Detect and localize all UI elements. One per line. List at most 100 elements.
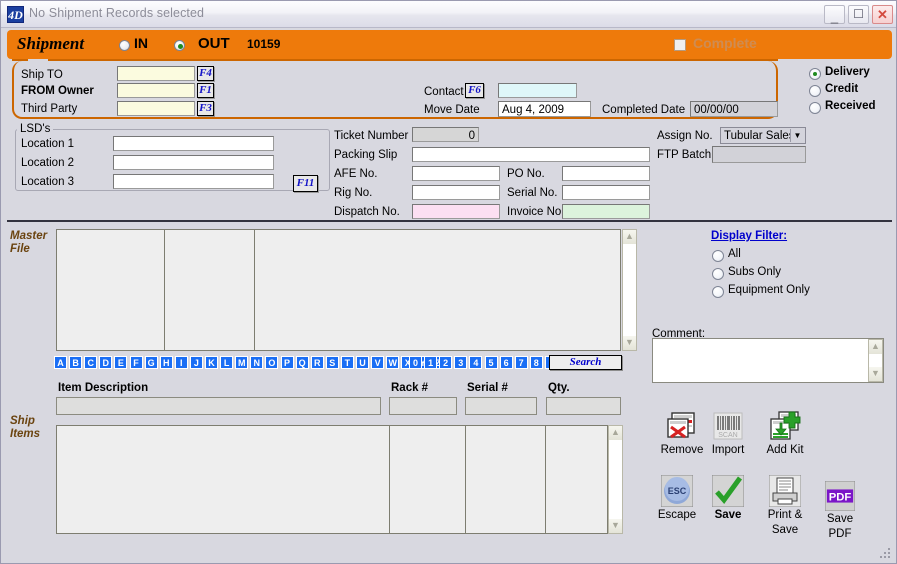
entry-rack[interactable] (389, 397, 457, 415)
scroll-down-icon[interactable]: ▼ (869, 367, 882, 381)
input-third-party[interactable] (117, 101, 195, 116)
scroll-down-icon[interactable]: ▼ (623, 336, 636, 350)
radio-credit[interactable] (809, 85, 821, 97)
alpha-filter-v[interactable]: V (371, 356, 384, 369)
input-completed-date: 00/00/00 (690, 101, 778, 117)
alpha-filter-p[interactable]: P (281, 356, 294, 369)
close-button[interactable]: ✕ (872, 5, 893, 24)
alpha-filter-w[interactable]: W (386, 356, 399, 369)
minimize-button[interactable]: _ (824, 5, 845, 24)
input-location-2[interactable] (113, 155, 274, 170)
key-f4-button[interactable]: F4 (197, 66, 214, 81)
key-f11-button[interactable]: F11 (293, 175, 318, 192)
label-dispatch-no: Dispatch No. (334, 206, 400, 218)
key-f6-button[interactable]: F6 (465, 83, 484, 98)
master-file-scrollbar[interactable]: ▲ ▼ (622, 229, 637, 351)
digit-filter-4[interactable]: 4 (469, 356, 482, 369)
alpha-filter-j[interactable]: J (190, 356, 203, 369)
radio-filter-equipment-only[interactable] (712, 286, 724, 298)
input-comment[interactable] (652, 338, 884, 383)
radio-received[interactable] (809, 102, 821, 114)
radio-direction-in[interactable] (119, 40, 130, 51)
ship-items-column-4[interactable] (545, 425, 608, 534)
alpha-filter-d[interactable]: D (99, 356, 112, 369)
digit-filter-6[interactable]: 6 (500, 356, 513, 369)
digit-filter-7[interactable]: 7 (515, 356, 528, 369)
input-packing-slip[interactable] (412, 147, 650, 162)
master-file-column-2[interactable] (164, 229, 254, 351)
radio-direction-out[interactable] (174, 40, 185, 51)
alpha-filter-g[interactable]: G (145, 356, 158, 369)
digit-filter-3[interactable]: 3 (454, 356, 467, 369)
input-rig-no[interactable] (412, 185, 500, 200)
alpha-filter-u[interactable]: U (356, 356, 369, 369)
alpha-filter-l[interactable]: L (220, 356, 233, 369)
digit-filter-2[interactable]: 2 (439, 356, 452, 369)
select-assign-no[interactable]: Tubular Sales ▼ (720, 127, 806, 144)
input-afe-no[interactable] (412, 166, 500, 181)
digit-filter-0[interactable]: 0 (409, 356, 422, 369)
master-file-column-1[interactable] (56, 229, 164, 351)
complete-checkbox[interactable] (674, 39, 686, 51)
ship-items-label-line1: Ship (10, 415, 40, 428)
scroll-up-icon[interactable]: ▲ (869, 340, 882, 354)
scroll-down-icon[interactable]: ▼ (609, 519, 622, 533)
input-contact[interactable] (498, 83, 577, 98)
scroll-up-icon[interactable]: ▲ (623, 230, 636, 244)
input-location-3[interactable] (113, 174, 274, 189)
form-area: Ship TO F4 FROM Owner F1 Third Party F3 … (7, 59, 892, 220)
key-f1-button[interactable]: F1 (197, 83, 214, 98)
input-ship-to[interactable] (117, 66, 195, 81)
ship-items-column-1[interactable] (56, 425, 389, 534)
alpha-filter-o[interactable]: O (265, 356, 278, 369)
alpha-filter-r[interactable]: R (311, 356, 324, 369)
alpha-filter-t[interactable]: T (341, 356, 354, 369)
entry-qty[interactable] (546, 397, 621, 415)
chevron-down-icon: ▼ (790, 129, 804, 142)
alpha-filter-i[interactable]: I (175, 356, 188, 369)
print-save-label-line1: Print & (768, 509, 803, 521)
alpha-filter-h[interactable]: H (160, 356, 173, 369)
alpha-filter-a[interactable]: A (54, 356, 67, 369)
label-move-date: Move Date (424, 104, 480, 116)
alpha-filter-m[interactable]: M (235, 356, 248, 369)
digit-filter-5[interactable]: 5 (485, 356, 498, 369)
entry-serial[interactable] (465, 397, 537, 415)
alpha-filter-e[interactable]: E (114, 356, 127, 369)
resize-grip[interactable] (880, 548, 892, 560)
label-ftp-batch: FTP Batch (657, 149, 711, 161)
key-f3-button[interactable]: F3 (197, 101, 214, 116)
alpha-filter-n[interactable]: N (250, 356, 263, 369)
digit-filter-8[interactable]: 8 (530, 356, 543, 369)
input-dispatch-no[interactable] (412, 204, 500, 219)
input-po-no[interactable] (562, 166, 650, 181)
input-move-date[interactable]: Aug 4, 2009 (498, 101, 591, 117)
input-ftp-batch[interactable] (712, 146, 806, 163)
input-invoice-no[interactable] (562, 204, 650, 219)
ship-items-scrollbar[interactable]: ▲ ▼ (608, 425, 623, 534)
master-file-section-label: Master File (10, 230, 47, 256)
radio-delivery[interactable] (809, 68, 821, 80)
ship-items-column-3[interactable] (465, 425, 545, 534)
comment-scrollbar[interactable]: ▲ ▼ (868, 339, 883, 382)
entry-item-description[interactable] (56, 397, 381, 415)
input-location-1[interactable] (113, 136, 274, 151)
shipment-number: 10159 (247, 37, 280, 51)
digit-filter-1[interactable]: 1 (424, 356, 437, 369)
input-serial-no[interactable] (562, 185, 650, 200)
radio-filter-all[interactable] (712, 250, 724, 262)
alpha-filter-k[interactable]: K (205, 356, 218, 369)
alpha-filter-s[interactable]: S (326, 356, 339, 369)
label-rig-no: Rig No. (334, 187, 372, 199)
search-button[interactable]: Search (549, 355, 622, 370)
alpha-filter-q[interactable]: Q (296, 356, 309, 369)
input-from-owner[interactable] (117, 83, 195, 98)
alpha-filter-c[interactable]: C (84, 356, 97, 369)
radio-filter-subs-only[interactable] (712, 268, 724, 280)
master-file-column-3[interactable] (254, 229, 621, 351)
maximize-button[interactable]: ☐ (848, 5, 869, 24)
alpha-filter-f[interactable]: F (130, 356, 143, 369)
ship-items-column-2[interactable] (389, 425, 465, 534)
scroll-up-icon[interactable]: ▲ (609, 426, 622, 440)
alpha-filter-b[interactable]: B (69, 356, 82, 369)
